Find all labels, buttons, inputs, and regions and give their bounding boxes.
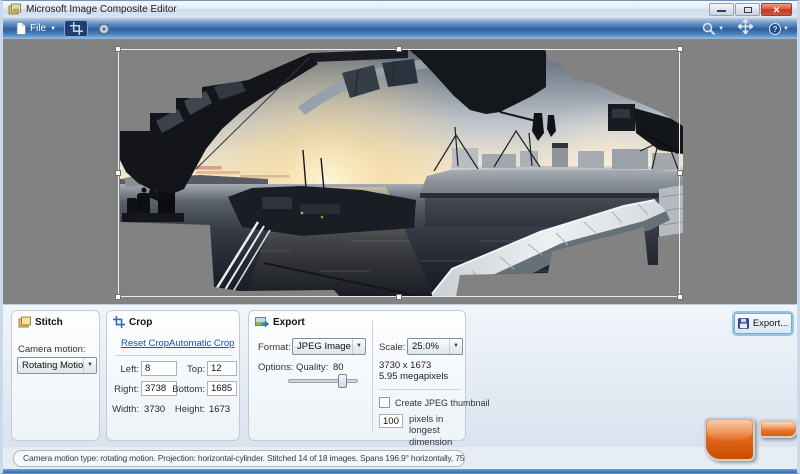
crop-handle-middle-left[interactable] xyxy=(115,170,121,176)
help-menu-button[interactable]: ? ▼ xyxy=(769,23,789,35)
stitch-tool-button[interactable] xyxy=(92,20,116,37)
crop-selection-rect[interactable] xyxy=(118,49,680,297)
pan-arrows-icon xyxy=(738,19,753,34)
stitch-panel: Stitch Camera motion: Rotating Motion ▼ xyxy=(11,310,100,441)
chevron-down-icon: ▼ xyxy=(83,358,96,373)
file-caret-icon: ▼ xyxy=(50,26,56,32)
crop-panel-title: Crop xyxy=(129,317,152,328)
crop-handle-top-right[interactable] xyxy=(677,46,683,52)
help-icon: ? xyxy=(769,23,781,35)
close-button[interactable]: ✕ xyxy=(761,3,792,16)
automatic-crop-link[interactable]: Automatic Crop xyxy=(169,338,234,349)
crop-bottom-label: Bottom: xyxy=(165,384,205,395)
help-caret-icon: ▼ xyxy=(783,26,789,32)
crop-width-value: 3730 xyxy=(144,404,165,415)
crop-tool-button[interactable] xyxy=(64,20,88,37)
output-dimensions: 3730 x 1673 xyxy=(379,360,431,371)
crop-handle-top-middle[interactable] xyxy=(396,46,402,52)
camera-motion-select[interactable]: Rotating Motion ▼ xyxy=(17,357,97,374)
maximize-icon xyxy=(744,7,752,13)
options-label: Options: xyxy=(258,362,293,373)
pan-tool-button[interactable] xyxy=(738,19,753,39)
chevron-down-icon: ▼ xyxy=(449,339,462,354)
file-menu-button[interactable]: File ▼ xyxy=(12,21,60,36)
export-panel-icon xyxy=(255,316,269,329)
zoom-caret-icon: ▼ xyxy=(718,26,724,32)
scale-label: Scale: xyxy=(379,342,405,353)
scale-value: 25.0% xyxy=(408,341,449,352)
crop-handle-top-left[interactable] xyxy=(115,46,121,52)
app-window: Microsoft Image Composite Editor ✕ File … xyxy=(0,0,800,474)
crop-width-label: Width: xyxy=(109,404,139,415)
crop-left-input[interactable] xyxy=(141,361,177,376)
thumbnail-unit-label: pixels in longest dimension xyxy=(409,414,471,448)
stitch-panel-title: Stitch xyxy=(35,317,63,328)
format-value: JPEG Image xyxy=(293,341,352,352)
bottom-panel: Stitch Camera motion: Rotating Motion ▼ … xyxy=(3,304,797,447)
camera-motion-value: Rotating Motion xyxy=(18,360,83,371)
app-icon xyxy=(8,3,21,16)
logo-small-rect xyxy=(759,419,798,438)
output-megapixels: 5.95 megapixels xyxy=(379,371,448,382)
crop-handle-bottom-left[interactable] xyxy=(115,294,121,300)
quality-value: 80 xyxy=(333,362,344,373)
crop-panel-icon xyxy=(113,316,125,328)
minimize-icon xyxy=(717,10,726,12)
thumbnail-size-input[interactable] xyxy=(379,414,403,428)
close-icon: ✕ xyxy=(762,4,791,16)
export-button-label: Export... xyxy=(753,318,788,329)
stitch-gear-icon xyxy=(97,22,111,36)
crop-height-label: Height: xyxy=(165,404,205,415)
window-bottom-border xyxy=(3,469,797,473)
window-title: Microsoft Image Composite Editor xyxy=(26,4,177,15)
file-page-icon xyxy=(16,22,26,35)
title-bar: Microsoft Image Composite Editor ✕ xyxy=(3,1,797,19)
crop-icon xyxy=(70,22,83,35)
quality-slider-track[interactable] xyxy=(288,379,358,383)
legit-reviews-logo xyxy=(702,414,800,464)
logo-big-square xyxy=(704,417,755,461)
maximize-button[interactable] xyxy=(735,3,760,16)
format-label: Format: xyxy=(258,342,291,353)
status-message: Camera motion type: rotating motion. Pro… xyxy=(13,450,465,467)
create-thumbnail-checkbox[interactable] xyxy=(379,397,390,408)
stitch-panel-icon xyxy=(18,316,31,329)
magnifier-icon xyxy=(702,22,716,36)
quality-label: Quality: xyxy=(296,362,328,373)
export-panel-title: Export xyxy=(273,317,305,328)
export-panel: Export Format: JPEG Image ▼ Options: Qua… xyxy=(248,310,466,441)
minimize-button[interactable] xyxy=(709,3,734,16)
camera-motion-label: Camera motion: xyxy=(18,344,86,355)
stitch-canvas xyxy=(3,39,797,304)
crop-handle-bottom-middle[interactable] xyxy=(396,294,402,300)
crop-handle-bottom-right[interactable] xyxy=(677,294,683,300)
file-menu-label: File xyxy=(30,23,46,34)
save-disk-icon xyxy=(738,318,749,329)
crop-top-label: Top: xyxy=(179,364,205,375)
crop-height-value: 1673 xyxy=(209,404,230,415)
toolbar: File ▼ xyxy=(3,19,797,39)
scale-select[interactable]: 25.0% ▼ xyxy=(407,338,463,355)
chevron-down-icon: ▼ xyxy=(352,339,365,354)
crop-bottom-input[interactable] xyxy=(207,381,237,396)
quality-slider-thumb[interactable] xyxy=(338,374,347,388)
format-select[interactable]: JPEG Image ▼ xyxy=(292,338,366,355)
crop-left-label: Left: xyxy=(109,364,139,375)
crop-panel: Crop Reset Crop Automatic Crop Left: Top… xyxy=(106,310,240,441)
status-bar: Camera motion type: rotating motion. Pro… xyxy=(3,447,797,471)
reset-crop-link[interactable]: Reset Crop xyxy=(121,338,169,349)
crop-right-label: Right: xyxy=(109,384,139,395)
crop-top-input[interactable] xyxy=(207,361,237,376)
export-button[interactable]: Export... xyxy=(734,313,792,334)
zoom-menu-button[interactable]: ▼ xyxy=(702,22,724,36)
create-thumbnail-label: Create JPEG thumbnail xyxy=(395,398,490,408)
crop-handle-middle-right[interactable] xyxy=(677,170,683,176)
